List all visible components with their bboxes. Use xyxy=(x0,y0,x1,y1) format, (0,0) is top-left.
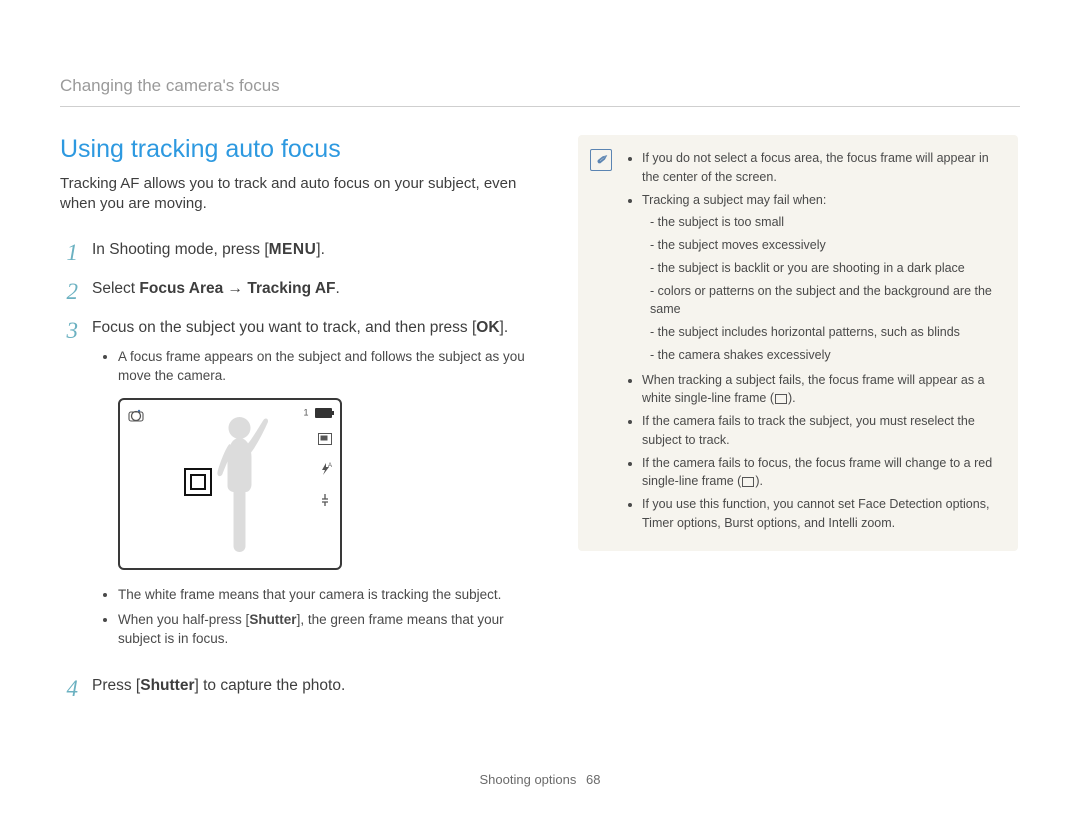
step-number: 2 xyxy=(60,278,78,303)
svg-text:A: A xyxy=(328,463,332,469)
page-number: 68 xyxy=(586,772,600,787)
step-text: In Shooting mode, press [ xyxy=(92,241,269,258)
left-column: Using tracking auto focus Tracking AF al… xyxy=(60,135,530,785)
step-body: Select Focus Area → Tracking AF. xyxy=(92,278,530,303)
note-icon: ✐ xyxy=(590,149,612,171)
menu-path-item: Focus Area xyxy=(139,280,223,297)
note-subitem: the subject moves excessively xyxy=(650,236,1000,255)
step-1: 1 In Shooting mode, press [MENU]. xyxy=(60,239,530,264)
step-body: In Shooting mode, press [MENU]. xyxy=(92,239,530,264)
step-3: 3 Focus on the subject you want to track… xyxy=(60,317,530,661)
step-4: 4 Press [Shutter] to capture the photo. xyxy=(60,675,530,700)
manual-page: Changing the camera's focus Using tracki… xyxy=(0,0,1080,815)
step-text: Press [ xyxy=(92,677,140,694)
arrow-icon: → xyxy=(223,280,247,297)
step-number: 1 xyxy=(60,239,78,264)
camera-mode-icon xyxy=(128,408,144,427)
shutter-label: Shutter xyxy=(140,677,194,694)
note-panel: ✐ If you do not select a focus area, the… xyxy=(578,135,1018,551)
shutter-label: Shutter xyxy=(249,612,296,627)
right-column: ✐ If you do not select a focus area, the… xyxy=(578,135,1018,785)
page-footer: Shooting options 68 xyxy=(0,772,1080,787)
sub-bullet-list: The white frame means that your camera i… xyxy=(92,586,530,649)
step-body: Focus on the subject you want to track, … xyxy=(92,317,530,661)
note-subitem: colors or patterns on the subject and th… xyxy=(650,282,1000,320)
steps-list: 1 In Shooting mode, press [MENU]. 2 Sele… xyxy=(60,239,530,700)
battery-icon xyxy=(315,408,332,418)
focus-frame-icon xyxy=(184,468,212,496)
content-columns: Using tracking auto focus Tracking AF al… xyxy=(60,135,1020,785)
sub-bullet: When you half-press [Shutter], the green… xyxy=(118,611,530,649)
sub-bullet: The white frame means that your camera i… xyxy=(118,586,530,605)
note-item: Tracking a subject may fail when: the su… xyxy=(642,191,1000,365)
step-text: ]. xyxy=(316,241,325,258)
step-body: Press [Shutter] to capture the photo. xyxy=(92,675,530,700)
step-text: Focus on the subject you want to track, … xyxy=(92,319,476,336)
lead-paragraph: Tracking AF allows you to track and auto… xyxy=(60,174,530,215)
step-number: 4 xyxy=(60,675,78,700)
menu-path-item: Tracking AF xyxy=(247,280,335,297)
flash-auto-icon: A xyxy=(318,462,332,481)
step-text: . xyxy=(336,280,340,297)
note-subitem: the subject includes horizontal patterns… xyxy=(650,323,1000,342)
lcd-preview-illustration: 1 A xyxy=(118,398,342,570)
frame-glyph-icon xyxy=(775,394,787,404)
section-title: Using tracking auto focus xyxy=(60,135,530,164)
note-item: When tracking a subject fails, the focus… xyxy=(642,371,1000,409)
step-number: 3 xyxy=(60,317,78,661)
note-item: If you use this function, you cannot set… xyxy=(642,495,1000,533)
note-item: If you do not select a focus area, the f… xyxy=(642,149,1000,187)
step-2: 2 Select Focus Area → Tracking AF. xyxy=(60,278,530,303)
note-item: If the camera fails to track the subject… xyxy=(642,412,1000,450)
breadcrumb: Changing the camera's focus xyxy=(60,76,1020,96)
step-text: ] to capture the photo. xyxy=(194,677,345,694)
shot-counter: 1 xyxy=(303,408,332,418)
note-sublist: the subject is too small the subject mov… xyxy=(642,213,1000,364)
sub-bullet-list: A focus frame appears on the subject and… xyxy=(92,348,530,386)
note-subitem: the subject is too small xyxy=(650,213,1000,232)
note-subitem: the camera shakes excessively xyxy=(650,346,1000,365)
divider xyxy=(60,106,1020,107)
footer-section: Shooting options xyxy=(480,772,577,787)
note-subitem: the subject is backlit or you are shooti… xyxy=(650,259,1000,278)
step-text: Select xyxy=(92,280,139,297)
step-text: ]. xyxy=(500,319,509,336)
stabilizer-icon xyxy=(318,493,332,512)
note-list: If you do not select a focus area, the f… xyxy=(624,149,1000,533)
frame-glyph-icon xyxy=(742,477,754,487)
menu-button-label: MENU xyxy=(269,241,317,258)
side-icon-stack: A xyxy=(318,432,332,513)
ok-button-label: OK xyxy=(476,319,499,336)
image-size-icon xyxy=(318,432,332,450)
sub-bullet: A focus frame appears on the subject and… xyxy=(118,348,530,386)
note-item: If the camera fails to focus, the focus … xyxy=(642,454,1000,492)
